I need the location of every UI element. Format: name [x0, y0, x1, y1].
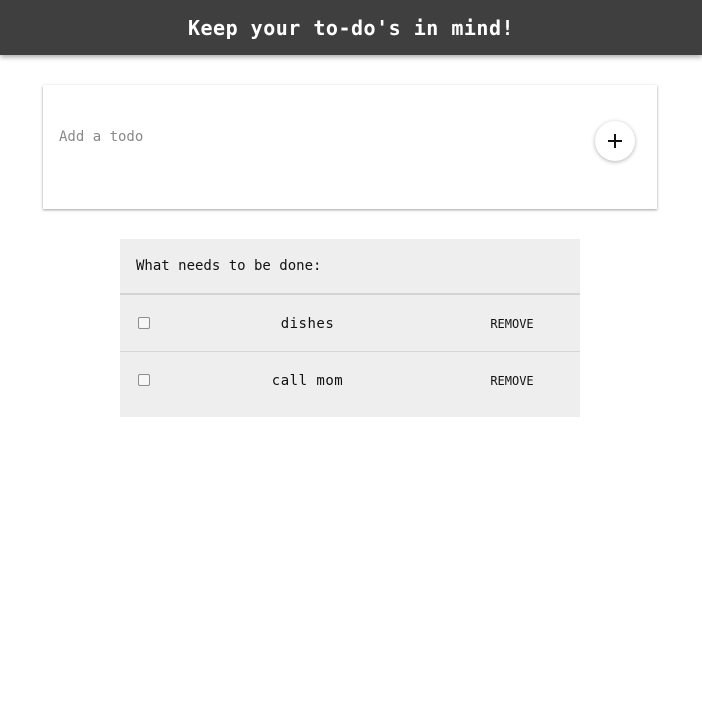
todo-item: call mom REMOVE: [120, 352, 580, 409]
add-todo-input[interactable]: [59, 123, 579, 151]
plus-icon: [608, 134, 622, 148]
todo-item-text: dishes: [280, 315, 335, 332]
todo-item: dishes REMOVE: [120, 295, 580, 352]
app-title: Keep your to-do's in mind!: [187, 15, 515, 40]
remove-button[interactable]: REMOVE: [482, 352, 542, 409]
todo-list-heading: What needs to be done:: [120, 239, 580, 295]
app-header: Keep your to-do's in mind!: [0, 0, 702, 55]
todo-item-text: call mom: [271, 372, 344, 389]
remove-button[interactable]: REMOVE: [482, 295, 542, 352]
add-todo-card: [43, 85, 657, 209]
todo-list: What needs to be done: dishes REMOVE cal…: [120, 239, 580, 417]
add-todo-button[interactable]: [595, 121, 635, 161]
